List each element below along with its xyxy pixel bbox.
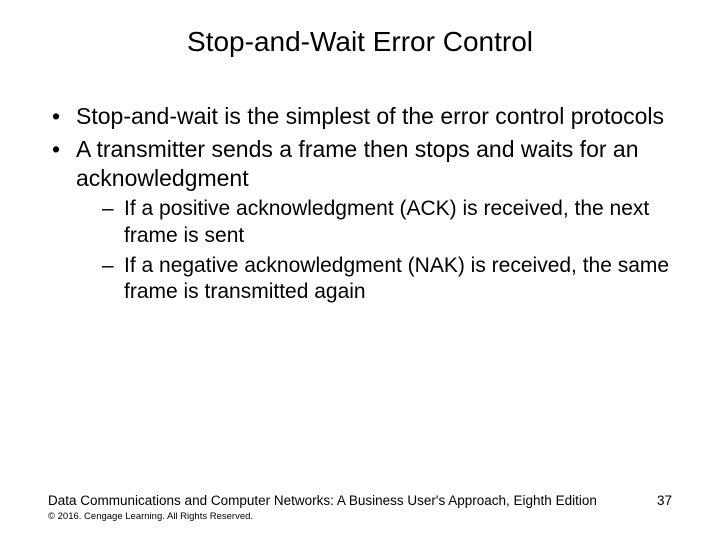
slide: Stop-and-Wait Error Control Stop-and-wai… [0, 0, 720, 540]
bullet-item: A transmitter sends a frame then stops a… [48, 135, 672, 306]
page-number: 37 [657, 493, 672, 508]
sub-bullet-list: If a positive acknowledgment (ACK) is re… [76, 196, 672, 305]
slide-footer: Data Communications and Computer Network… [48, 493, 672, 522]
slide-content: Stop-and-wait is the simplest of the err… [0, 58, 720, 305]
footer-copyright: © 2016. Cengage Learning. All Rights Res… [48, 511, 672, 522]
bullet-text: A transmitter sends a frame then stops a… [76, 136, 639, 191]
sub-bullet-item: If a negative acknowledgment (NAK) is re… [102, 253, 672, 306]
bullet-item: Stop-and-wait is the simplest of the err… [48, 102, 672, 131]
footer-book-title: Data Communications and Computer Network… [48, 493, 672, 508]
slide-title: Stop-and-Wait Error Control [0, 0, 720, 58]
sub-bullet-item: If a positive acknowledgment (ACK) is re… [102, 196, 672, 249]
bullet-list: Stop-and-wait is the simplest of the err… [48, 102, 672, 305]
